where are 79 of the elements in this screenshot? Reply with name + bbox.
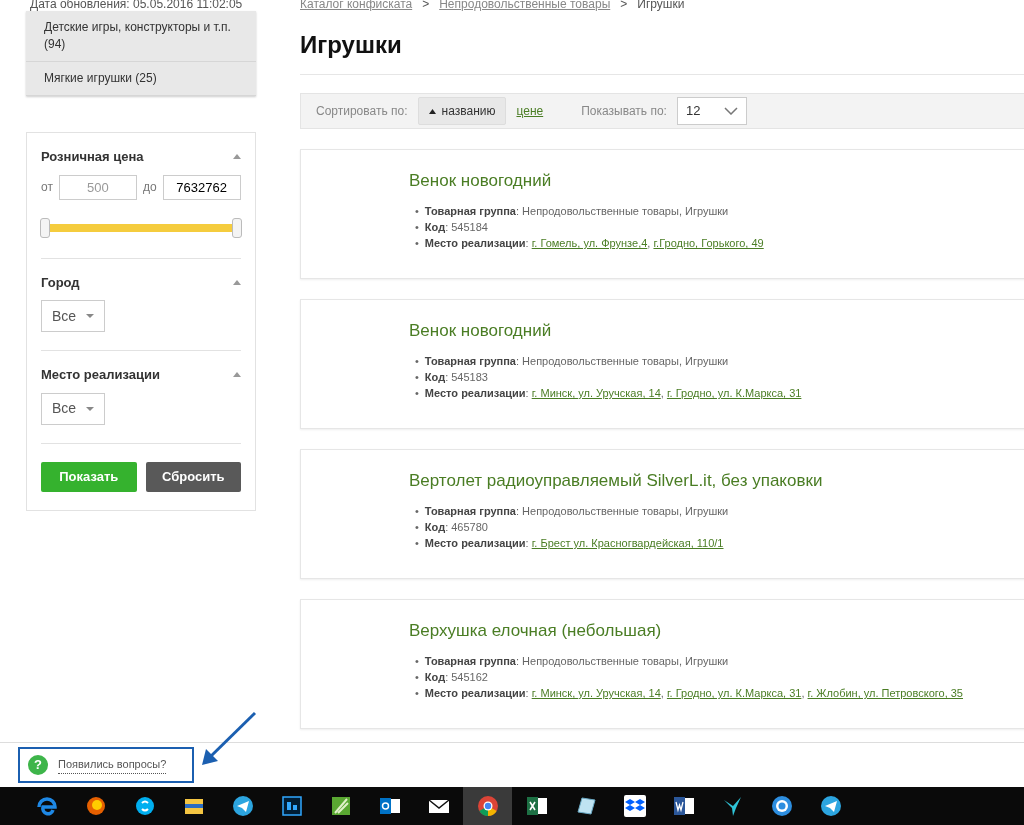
product-title[interactable]: Вертолет радиоуправляемый SilverL.it, без упаковки [409,467,1024,494]
reset-button[interactable]: Сбросить [145,461,241,492]
help-bubble-icon[interactable]: ? [28,755,48,775]
list-bullet: • [415,220,419,236]
breadcrumb-separator: > [620,0,628,11]
list-bullet: • [415,686,419,702]
breadcrumb-link[interactable]: Каталог конфиската [300,0,413,11]
product-title[interactable]: Венок новогодний [409,167,1024,194]
sort-option[interactable]: цене [516,101,552,120]
sort-option[interactable]: названию [417,96,507,125]
product-detail: Код: 545162 [424,670,488,686]
product-detail: Товарная группа: Непродовольственные товары, Игрушки [424,504,729,520]
show-button[interactable]: Показать [41,461,137,492]
dropdown-caret-icon [86,406,95,411]
paper-plane-icon[interactable] [818,794,843,818]
category-link[interactable]: Мягкие игрушки (25) [26,62,256,96]
product-detail: Код: 545184 [424,220,488,236]
slider-handle[interactable] [232,217,242,238]
location-link[interactable]: г. Минск, ул. Уручская, 14 [531,687,661,700]
dropdown[interactable]: Все [41,392,106,425]
collapse-caret-icon[interactable] [233,372,241,378]
product-detail: Код: 545183 [424,370,488,386]
update-date: Дата обновления: 05.05.2016 11:02:05 [29,0,244,11]
spreadsheet-icon[interactable] [524,794,549,818]
location-link[interactable]: г. Минск, ул. Уручская, 14 [531,387,661,400]
list-bullet: • [415,520,419,536]
category-link[interactable]: Детские игры, конструкторы и т.п. (94) [26,11,256,62]
filter-title: Город [41,273,80,292]
product-detail: Товарная группа: Непродовольственные товары, Игрушки [424,204,729,220]
breadcrumb-link[interactable]: Непродовольственные товары [439,0,611,11]
dropdown[interactable]: Все [41,300,106,332]
product-detail: Код: 465780 [424,520,488,536]
product-detail: Товарная группа: Непродовольственные товары, Игрушки [424,354,729,370]
product-title[interactable]: Верхушка елочная (небольшая) [409,617,1024,644]
location-line: Место реализации: г. Гомель, ул. Фрунзе,4, г.Гродно, Горького, 49 [424,236,764,252]
product-title[interactable]: Венок новогодний [409,317,1024,344]
list-bullet: • [415,236,419,252]
filter-title: Розничная цена [41,148,144,166]
per-page-label: Показывать по: [581,102,667,120]
list-bullet: • [415,654,419,670]
location-link[interactable]: г. Гродно, ул. К.Маркса, 31 [666,387,802,400]
list-bullet: • [415,536,419,552]
collapse-caret-icon[interactable] [233,154,241,160]
location-line: Место реализации: г. Брест ул. Красногвардейская, 110/1 [424,536,724,552]
chevron-down-icon [724,106,739,115]
list-bullet: • [415,204,419,220]
location-link[interactable]: г. Жлобин, ул. Петровского, 35 [807,687,963,700]
document-icon[interactable] [671,794,696,818]
list-bullet: • [415,354,419,370]
collapse-caret-icon[interactable] [233,279,241,285]
to-label: до [142,179,157,196]
price-from-field[interactable]: 500 [58,174,137,200]
list-bullet: • [415,670,419,686]
location-link[interactable]: г.Гродно, Горького, 49 [653,237,764,250]
from-label: от [41,179,53,196]
list-bullet: • [415,386,419,402]
breadcrumb-current: Игрушки [637,0,685,11]
paper-plane-icon[interactable] [230,794,255,818]
filter-title: Место реализации [41,366,160,384]
breadcrumb-separator: > [422,0,430,11]
slider-handle[interactable] [40,217,50,238]
list-bullet: • [415,370,419,386]
box-icon[interactable] [622,794,647,818]
location-line: Место реализации: г. Минск, ул. Уручская, 14, г. Гродно, ул. К.Маркса, 31, г. Жлобин, ул. Петровского, 35 [424,686,963,702]
location-line: Место реализации: г. Минск, ул. Уручская, 14, г. Гродно, ул. К.Маркса, 31 [424,386,802,402]
browser-icon[interactable] [475,794,500,818]
sort-label: Сортировать по: [316,102,408,120]
sort-arrow-icon [428,108,436,114]
circle-app-icon[interactable] [769,794,794,818]
browser-icon[interactable] [34,794,59,818]
page-title: Игрушки [300,31,403,60]
location-link[interactable]: г. Гомель, ул. Фрунзе,4 [531,237,648,250]
product-detail: Товарная группа: Непродовольственные товары, Игрушки [424,654,729,670]
per-page-select[interactable]: 12 [676,97,748,125]
location-link[interactable]: г. Брест ул. Красногвардейская, 110/1 [531,537,724,550]
price-to-field[interactable]: 7632762 [162,174,241,200]
list-bullet: • [415,504,419,520]
help-link[interactable]: Появились вопросы? [58,756,167,774]
dropdown-caret-icon [86,314,95,318]
